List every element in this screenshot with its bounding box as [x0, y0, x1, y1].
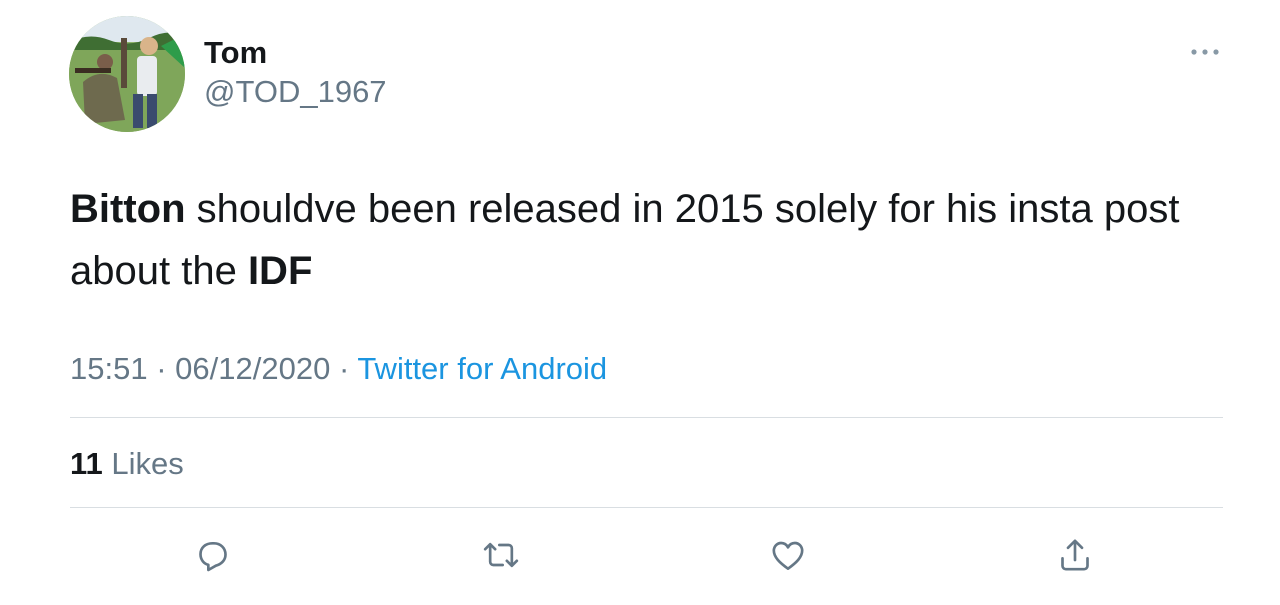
tweet-date[interactable]: 06/12/2020	[175, 351, 330, 386]
avatar[interactable]	[69, 16, 185, 132]
meta-separator: ·	[156, 351, 167, 386]
tweet-text-bold-1[interactable]: Bitton	[70, 187, 186, 231]
like-button[interactable]	[766, 533, 810, 577]
tweet-text-bold-2[interactable]: IDF	[248, 249, 312, 293]
heart-icon	[772, 541, 804, 570]
likes-count: 11	[70, 446, 103, 481]
likes-stat[interactable]: 11 Likes	[70, 444, 184, 484]
author-display-name[interactable]: Tom	[204, 34, 267, 72]
divider	[70, 507, 1223, 508]
tweet-source-link[interactable]: Twitter for Android	[357, 351, 607, 386]
share-button[interactable]	[1053, 533, 1097, 577]
tweet-text: Bitton shouldve been released in 2015 so…	[70, 178, 1220, 302]
retweet-icon	[483, 542, 519, 568]
divider	[70, 417, 1223, 418]
likes-label: Likes	[111, 446, 184, 481]
tweet-time[interactable]: 15:51	[70, 351, 148, 386]
avatar-photo	[69, 16, 185, 132]
tweet-text-body: shouldve been released in 2015 solely fo…	[70, 187, 1180, 293]
share-icon	[1061, 539, 1089, 571]
reply-icon	[199, 542, 227, 572]
author-handle[interactable]: @TOD_1967	[204, 73, 387, 111]
tweet-meta: 15:51 · 06/12/2020 · Twitter for Android	[70, 349, 607, 389]
reply-button[interactable]	[191, 533, 235, 577]
more-horizontal-icon[interactable]	[1186, 40, 1224, 64]
retweet-button[interactable]	[479, 533, 523, 577]
meta-separator: ·	[338, 351, 350, 386]
